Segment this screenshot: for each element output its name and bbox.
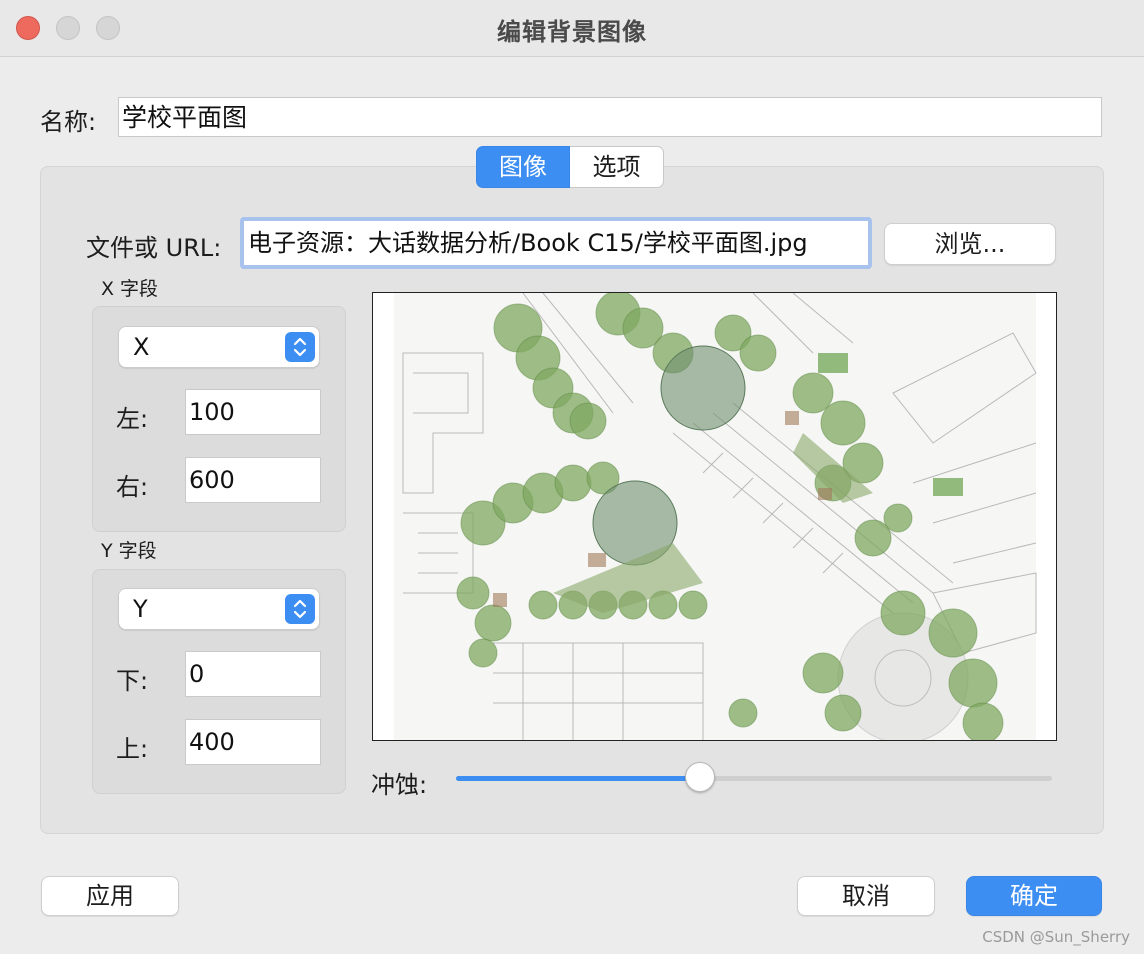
cancel-button[interactable]: 取消 [797, 876, 935, 916]
y-field-select-value: Y [133, 595, 148, 623]
left-input[interactable]: 100 [185, 389, 321, 435]
up-down-chevron-icon [285, 594, 315, 624]
top-label: 上: [116, 735, 149, 763]
right-label: 右: [116, 473, 149, 501]
tab-image[interactable]: 图像 [476, 146, 570, 188]
bottom-label: 下: [116, 667, 149, 695]
wash-slider-thumb[interactable] [685, 762, 715, 792]
y-field-group-title: Y 字段 [101, 540, 157, 562]
y-field-select[interactable]: Y [118, 588, 320, 630]
file-url-label: 文件或 URL: [86, 234, 222, 262]
x-field-select[interactable]: X [118, 326, 320, 368]
tab-options[interactable]: 选项 [570, 146, 664, 188]
wash-slider-fill [456, 776, 700, 781]
up-down-chevron-icon [285, 332, 315, 362]
bottom-input[interactable]: 0 [185, 651, 321, 697]
name-label: 名称: [40, 108, 97, 136]
file-url-value: 电子资源：大话数据分析/Book C15/学校平面图.jpg [248, 229, 808, 257]
name-input[interactable]: 学校平面图 [118, 97, 1102, 137]
ok-button[interactable]: 确定 [966, 876, 1102, 916]
apply-button[interactable]: 应用 [41, 876, 179, 916]
file-url-input[interactable]: 电子资源：大话数据分析/Book C15/学校平面图.jpg [240, 217, 872, 269]
browse-button[interactable]: 浏览... [884, 223, 1056, 265]
school-site-plan-image [373, 293, 1056, 740]
title-bar: 编辑背景图像 [0, 0, 1144, 57]
x-field-select-value: X [133, 333, 150, 361]
left-label: 左: [116, 405, 149, 433]
top-input[interactable]: 400 [185, 719, 321, 765]
x-field-group-title: X 字段 [101, 278, 159, 300]
watermark: CSDN @Sun_Sherry [982, 928, 1130, 946]
image-preview [372, 292, 1057, 741]
right-input[interactable]: 600 [185, 457, 321, 503]
wash-slider[interactable] [456, 762, 1052, 792]
wash-label: 冲蚀: [371, 771, 428, 799]
window-title: 编辑背景图像 [497, 18, 647, 46]
